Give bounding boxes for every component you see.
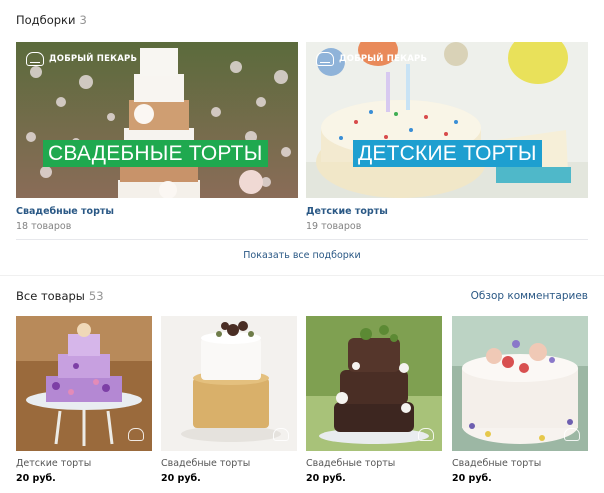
product-name[interactable]: Свадебные торты [452, 458, 588, 469]
collections-count: 3 [79, 13, 87, 27]
collection-photo-kids[interactable]: ДОБРЫЙ ПЕКАРЬ ДЕТСКИЕ ТОРТЫ [306, 42, 588, 198]
collection-banner-wedding: СВАДЕБНЫЕ ТОРТЫ [43, 140, 268, 167]
collection-card-wedding[interactable]: ДОБРЫЙ ПЕКАРЬ СВАДЕБНЫЕ ТОРТЫ Свадебные … [16, 42, 298, 232]
brand-logo-kids: ДОБРЫЙ ПЕКАРЬ [316, 52, 427, 66]
product-name[interactable]: Свадебные торты [161, 458, 297, 469]
product-card[interactable]: Свадебные торты 20 руб. [306, 316, 442, 484]
brand-name: ДОБРЫЙ ПЕКАРЬ [49, 54, 138, 64]
chef-hat-icon [418, 428, 434, 441]
product-name[interactable]: Свадебные торты [306, 458, 442, 469]
brand-name: ДОБРЫЙ ПЕКАРЬ [339, 54, 428, 64]
chef-hat-icon [564, 428, 580, 441]
chef-hat-icon [26, 52, 44, 66]
chef-hat-icon [316, 52, 334, 66]
products-header: Все товары 53 [16, 289, 104, 303]
show-all-collections-link[interactable]: Показать все подборки [0, 250, 604, 261]
collection-photo-wedding[interactable]: ДОБРЫЙ ПЕКАРЬ СВАДЕБНЫЕ ТОРТЫ [16, 42, 298, 198]
divider [16, 239, 588, 240]
product-price: 20 руб. [452, 473, 492, 484]
collection-title-wedding[interactable]: Свадебные торты [16, 206, 298, 217]
product-price: 20 руб. [161, 473, 201, 484]
product-photo[interactable] [16, 316, 152, 451]
section-divider [0, 275, 604, 276]
product-name[interactable]: Детские торты [16, 458, 152, 469]
chef-hat-icon [128, 428, 144, 441]
collections-header: Подборки 3 [16, 13, 87, 27]
brand-logo-wedding: ДОБРЫЙ ПЕКАРЬ [26, 52, 137, 66]
collection-count-kids: 19 товаров [306, 221, 362, 232]
product-card[interactable]: Детские торты 20 руб. [16, 316, 152, 484]
product-price: 20 руб. [16, 473, 56, 484]
product-price: 20 руб. [306, 473, 346, 484]
collection-title-kids[interactable]: Детские торты [306, 206, 588, 217]
chef-hat-icon [273, 428, 289, 441]
products-title: Все товары [16, 289, 85, 303]
collection-banner-kids: ДЕТСКИЕ ТОРТЫ [353, 140, 542, 167]
collections-title: Подборки [16, 13, 76, 27]
product-photo[interactable] [161, 316, 297, 451]
collection-count-wedding: 18 товаров [16, 221, 72, 232]
collection-card-kids[interactable]: ДОБРЫЙ ПЕКАРЬ ДЕТСКИЕ ТОРТЫ Детские торт… [306, 42, 588, 232]
product-photo[interactable] [452, 316, 588, 451]
products-count: 53 [88, 289, 104, 303]
product-card[interactable]: Свадебные торты 20 руб. [161, 316, 297, 484]
reviews-link[interactable]: Обзор комментариев [471, 290, 588, 302]
product-photo[interactable] [306, 316, 442, 451]
product-card[interactable]: Свадебные торты 20 руб. [452, 316, 588, 484]
